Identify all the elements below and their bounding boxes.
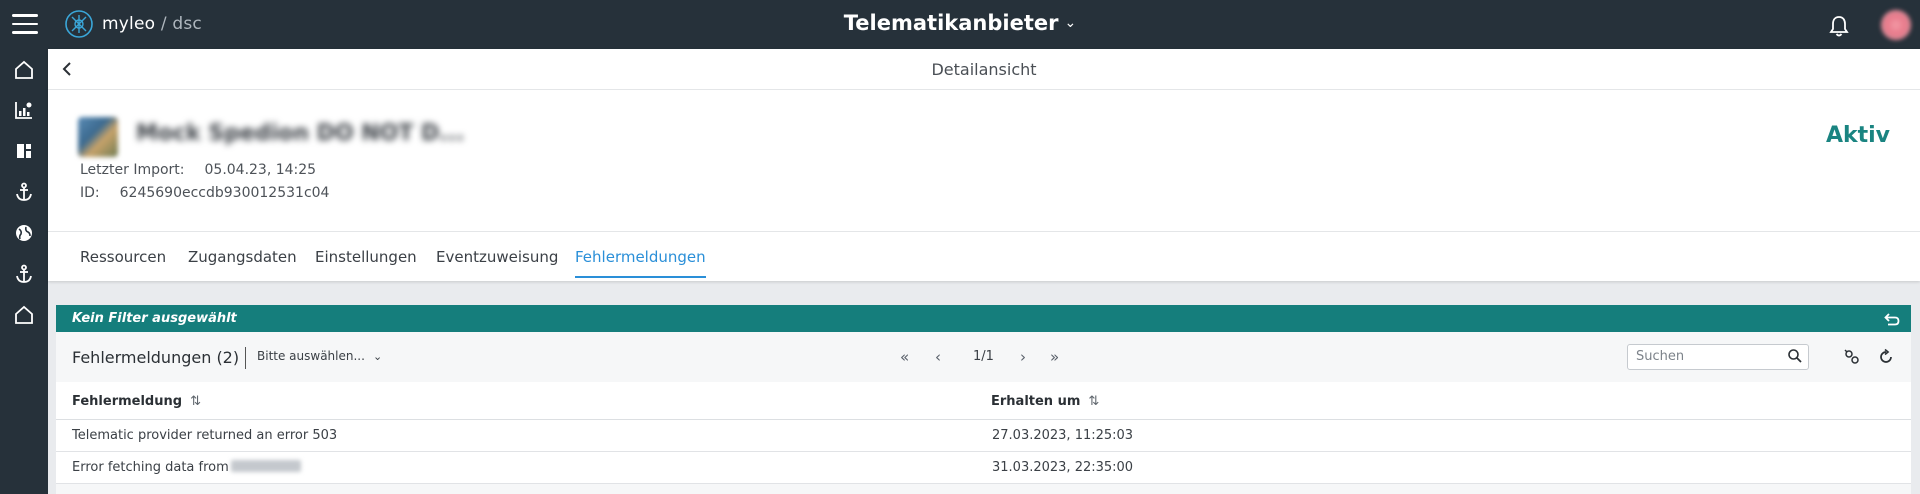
app-title: Telematikanbieter xyxy=(843,11,1059,35)
column-header-erhalten-um[interactable]: Erhalten um ⇅ xyxy=(991,394,1099,409)
next-page-icon[interactable]: › xyxy=(1020,348,1026,366)
error-table: Fehlermeldungen (2) Bitte auswählen... ⌄ … xyxy=(56,332,1911,494)
provider-logo xyxy=(78,117,118,157)
avatar[interactable] xyxy=(1881,10,1911,40)
anchor-icon xyxy=(16,264,32,283)
chart-icon xyxy=(15,102,32,119)
filter-status: Kein Filter ausgewählt xyxy=(72,311,237,326)
column-header-fehlermeldung[interactable]: Fehlermeldung ⇅ xyxy=(72,394,201,409)
error-message: Telematic provider returned an error 503 xyxy=(72,428,338,443)
received-at: 27.03.2023, 11:25:03 xyxy=(992,428,1134,443)
received-at: 31.03.2023, 22:35:00 xyxy=(992,460,1134,475)
prev-page-icon[interactable]: ‹ xyxy=(935,348,941,366)
error-message: Error fetching data from xyxy=(72,460,229,475)
detail-panel: Detailansicht Mock Spedion DO NOT D... L… xyxy=(48,49,1920,281)
top-bar: myleo / dsc Telematikanbieter ⌄ xyxy=(0,0,1920,49)
home-icon xyxy=(15,60,33,79)
sidebar-item-globe[interactable] xyxy=(0,215,48,251)
page-indicator: 1/1 xyxy=(973,349,994,364)
page-title: Detailansicht xyxy=(931,60,1037,79)
bell-icon[interactable] xyxy=(1828,14,1850,38)
filter-bar: Kein Filter ausgewählt xyxy=(56,305,1911,332)
sidebar xyxy=(0,49,48,494)
anchor-icon xyxy=(16,182,32,201)
reset-filter-icon[interactable] xyxy=(1883,310,1901,328)
search-input[interactable] xyxy=(1634,348,1778,365)
sort-icon: ⇅ xyxy=(190,394,201,409)
divider xyxy=(245,347,246,369)
id-value: 6245690eccdb930012531c04 xyxy=(119,185,330,201)
select-placeholder: Bitte auswählen... xyxy=(257,349,365,363)
sidebar-item-anchor-2[interactable] xyxy=(0,256,48,292)
sidebar-item-anchor[interactable] xyxy=(0,174,48,210)
search-box xyxy=(1627,344,1809,370)
search-icon[interactable] xyxy=(1787,348,1803,364)
table-header: Fehlermeldung ⇅ Erhalten um ⇅ xyxy=(56,382,1911,420)
redacted-text xyxy=(230,460,301,472)
table-title: Fehlermeldungen (2) xyxy=(72,348,240,367)
status-badge: Aktiv xyxy=(1825,123,1890,148)
last-page-icon[interactable]: » xyxy=(1050,348,1059,366)
sidebar-item-home-2[interactable] xyxy=(0,297,48,333)
tab-eventzuweisung[interactable]: Eventzuweisung xyxy=(436,248,558,266)
table-row[interactable]: Telematic provider returned an error 503… xyxy=(56,420,1911,452)
id-label: ID: xyxy=(80,185,100,201)
action-select[interactable]: Bitte auswählen... ⌄ xyxy=(257,349,382,363)
sub-header: Detailansicht xyxy=(48,49,1920,90)
tab-ressourcen[interactable]: Ressourcen xyxy=(80,248,166,266)
last-import: Letzter Import: 05.04.23, 14:25 xyxy=(80,162,316,178)
home-icon xyxy=(15,305,33,324)
dashboard-icon xyxy=(17,144,31,158)
refresh-icon[interactable] xyxy=(1877,348,1895,366)
app-title-dropdown[interactable]: Telematikanbieter ⌄ xyxy=(0,11,1920,35)
provider-name: Mock Spedion DO NOT D... xyxy=(136,121,465,146)
sidebar-item-dashboard[interactable] xyxy=(0,133,48,169)
chevron-down-icon: ⌄ xyxy=(372,350,383,363)
tab-zugangsdaten[interactable]: Zugangsdaten xyxy=(188,248,297,266)
error-message-cell: Error fetching data from xyxy=(72,460,301,475)
provider-id: ID: 6245690eccdb930012531c04 xyxy=(80,185,329,201)
tab-einstellungen[interactable]: Einstellungen xyxy=(315,248,417,266)
table-toolbar: Fehlermeldungen (2) Bitte auswählen... ⌄ … xyxy=(56,332,1911,382)
globe-icon xyxy=(16,225,32,241)
first-page-icon[interactable]: « xyxy=(900,348,909,366)
last-import-label: Letzter Import: xyxy=(80,162,185,178)
table-row[interactable]: Error fetching data from 31.03.2023, 22:… xyxy=(56,452,1911,484)
sidebar-item-analytics[interactable] xyxy=(0,92,48,128)
tab-fehlermeldungen[interactable]: Fehlermeldungen xyxy=(575,248,706,278)
sort-icon: ⇅ xyxy=(1088,394,1100,409)
sidebar-item-home[interactable] xyxy=(0,52,48,88)
tab-bar: Ressourcen Zugangsdaten Einstellungen Ev… xyxy=(48,231,1920,282)
chevron-down-icon: ⌄ xyxy=(1064,15,1077,31)
column-settings-icon[interactable] xyxy=(1843,348,1861,366)
last-import-value: 05.04.23, 14:25 xyxy=(204,162,317,178)
